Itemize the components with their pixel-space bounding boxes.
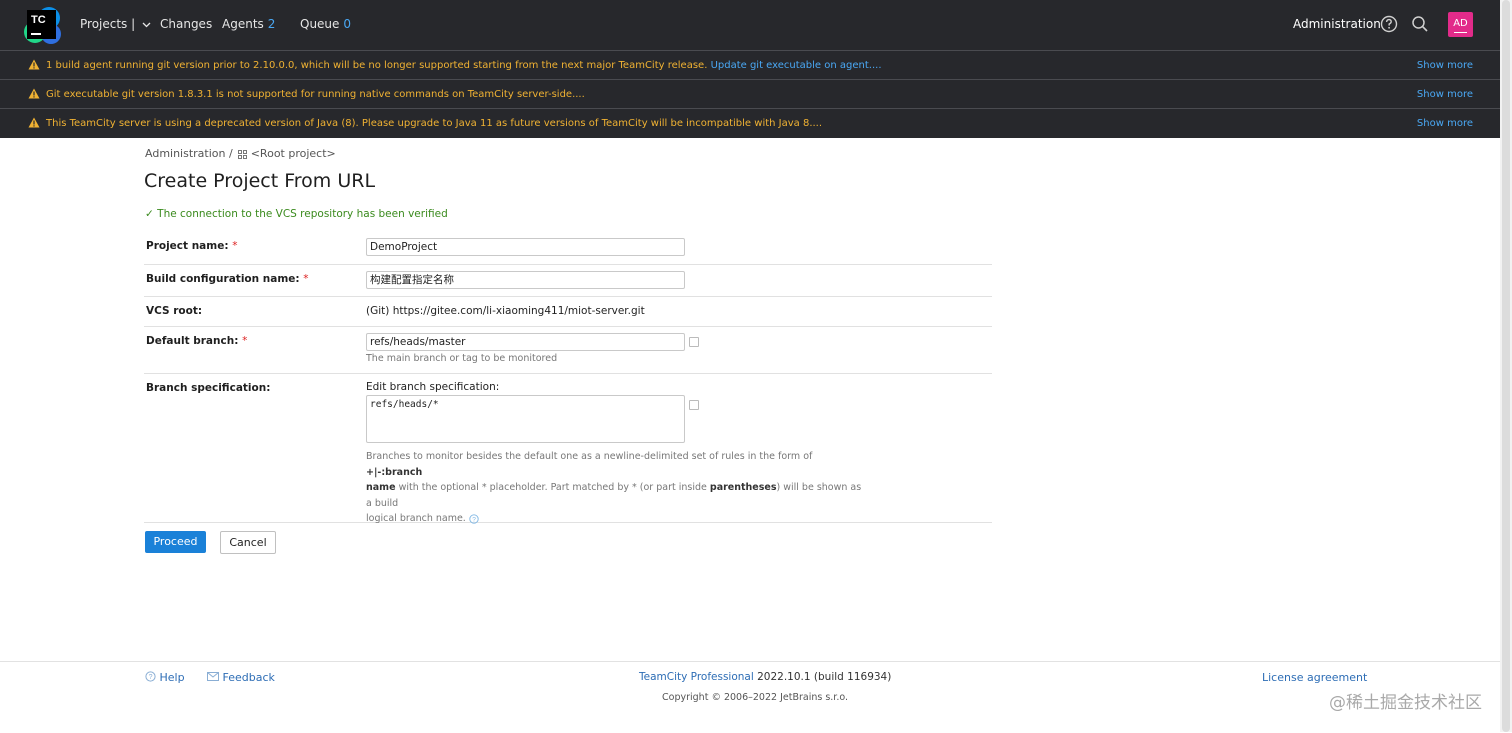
agents-count-badge: 2 bbox=[267, 17, 276, 31]
default-branch-input[interactable]: refs/heads/master bbox=[366, 333, 685, 351]
warning-message: Git executable git version 1.8.3.1 is no… bbox=[46, 89, 585, 100]
page-title: Create Project From URL bbox=[144, 170, 376, 192]
warning-icon bbox=[28, 59, 40, 70]
nav-projects-label: Projects | bbox=[80, 17, 136, 31]
breadcrumb-administration[interactable]: Administration bbox=[145, 147, 226, 160]
branch-spec-field: Edit branch specification: refs/heads/* … bbox=[366, 381, 866, 527]
project-icon bbox=[238, 149, 248, 159]
svg-text:?: ? bbox=[472, 516, 476, 523]
breadcrumb-separator: / bbox=[229, 147, 233, 160]
build-config-name-label: Build configuration name: * bbox=[146, 273, 309, 285]
breadcrumb: Administration / <Root project> bbox=[145, 147, 336, 161]
navbar: TC Projects | Changes Agents 2 Queue 0 Adm… bbox=[0, 0, 1500, 50]
show-more-link[interactable]: Show more bbox=[1417, 88, 1473, 101]
hint-bold-3: parentheses bbox=[709, 482, 777, 493]
verified-text: The connection to the VCS repository has… bbox=[157, 208, 448, 220]
mail-icon bbox=[207, 672, 219, 681]
help-label: Help bbox=[159, 671, 185, 684]
warning-text: 1 build agent running git version prior … bbox=[46, 59, 882, 72]
teamcity-logo[interactable]: TC bbox=[23, 6, 63, 46]
teamcity-product-link[interactable]: TeamCity Professional bbox=[639, 671, 754, 683]
hint-bold-1: +|-:branch bbox=[366, 466, 423, 478]
warning-message: This TeamCity server is using a deprecat… bbox=[46, 118, 823, 129]
parameter-picker-icon[interactable] bbox=[689, 337, 699, 347]
chevron-down-icon[interactable] bbox=[142, 22, 151, 28]
required-mark: * bbox=[303, 273, 309, 285]
hint-text-1: Branches to monitor besides the default … bbox=[366, 451, 813, 462]
show-more-link[interactable]: Show more bbox=[1417, 117, 1473, 130]
project-name-input[interactable]: DemoProject bbox=[366, 238, 685, 256]
breadcrumb-root-project[interactable]: <Root project> bbox=[251, 147, 336, 160]
help-icon[interactable]: ? bbox=[469, 513, 479, 524]
checkmark-icon: ✓ bbox=[145, 208, 154, 220]
warning-message: 1 build agent running git version prior … bbox=[46, 60, 708, 71]
version-text: 2022.10.1 (build 116934) bbox=[757, 671, 892, 683]
default-branch-label: Default branch: * bbox=[146, 335, 247, 347]
warning-row-git-agent: 1 build agent running git version prior … bbox=[0, 50, 1500, 80]
svg-text:?: ? bbox=[149, 674, 153, 681]
edit-branch-spec-label: Edit branch specification: bbox=[366, 381, 500, 393]
branch-spec-label: Branch specification: bbox=[146, 382, 271, 394]
build-config-name-input[interactable]: 构建配置指定名称 bbox=[366, 271, 685, 289]
proceed-button[interactable]: Proceed bbox=[145, 531, 206, 553]
help-icon: ? bbox=[145, 671, 156, 682]
parameter-picker-icon[interactable] bbox=[689, 400, 699, 410]
footer-version: TeamCity Professional 2022.10.1 (build 1… bbox=[639, 671, 891, 683]
hint-text-4: logical branch name. bbox=[366, 513, 466, 524]
branch-spec-hint: Branches to monitor besides the default … bbox=[366, 449, 866, 527]
warning-icon bbox=[28, 117, 40, 128]
branch-spec-textarea[interactable]: refs/heads/* bbox=[366, 395, 685, 443]
copyright-text: Copyright © 2006–2022 JetBrains s.r.o. bbox=[662, 692, 849, 703]
row-branch-spec: Branch specification: Edit branch specif… bbox=[144, 374, 992, 524]
row-build-config-name: Build configuration name: * 构建配置指定名称 bbox=[144, 265, 992, 297]
vcs-root-value: (Git) https://gitee.com/li-xiaoming411/m… bbox=[366, 305, 645, 317]
hint-bold-2: name bbox=[366, 482, 396, 493]
watermark-text: @稀土掘金技术社区 bbox=[1329, 693, 1482, 713]
row-default-branch: Default branch: * refs/heads/master The … bbox=[144, 327, 992, 374]
feedback-label: Feedback bbox=[222, 671, 275, 684]
nav-administration[interactable]: Administration bbox=[1293, 17, 1381, 31]
required-mark: * bbox=[232, 240, 238, 252]
row-project-name: Project name: * DemoProject bbox=[144, 232, 992, 265]
warning-icon bbox=[28, 88, 40, 99]
vcs-root-label: VCS root: bbox=[146, 305, 203, 317]
cancel-button[interactable]: Cancel bbox=[220, 531, 276, 554]
required-mark: * bbox=[242, 335, 248, 347]
update-git-link[interactable]: Update git executable on agent.... bbox=[711, 60, 882, 71]
queue-count-badge: 0 bbox=[343, 17, 352, 31]
nav-projects[interactable]: Projects | bbox=[80, 17, 151, 31]
project-name-field: DemoProject bbox=[366, 238, 685, 256]
footer-feedback-link[interactable]: Feedback bbox=[207, 671, 275, 684]
hint-text-2: with the optional * placeholder. Part ma… bbox=[398, 482, 707, 493]
verified-message: ✓ The connection to the VCS repository h… bbox=[145, 208, 448, 221]
nav-queue-label: Queue bbox=[300, 17, 340, 31]
nav-agents-label: Agents bbox=[222, 17, 264, 31]
logo-text: TC bbox=[31, 14, 46, 26]
scrollbar-thumb[interactable] bbox=[1502, 0, 1510, 732]
warning-row-java: This TeamCity server is using a deprecat… bbox=[0, 108, 1500, 138]
nav-changes[interactable]: Changes bbox=[160, 17, 212, 31]
help-icon[interactable] bbox=[1379, 14, 1399, 34]
create-project-form: Project name: * DemoProject Build config… bbox=[144, 232, 992, 524]
avatar[interactable]: AD bbox=[1448, 12, 1473, 37]
build-config-label-text: Build configuration name: bbox=[146, 273, 300, 285]
project-name-label: Project name: * bbox=[146, 240, 237, 252]
default-branch-field: refs/heads/master The main branch or tag… bbox=[366, 333, 685, 367]
license-agreement-link[interactable]: License agreement bbox=[1262, 671, 1367, 684]
footer-help-link[interactable]: ? Help bbox=[145, 671, 185, 684]
search-icon[interactable] bbox=[1410, 14, 1430, 34]
row-vcs-root: VCS root: (Git) https://gitee.com/li-xia… bbox=[144, 297, 992, 327]
default-branch-hint: The main branch or tag to be monitored bbox=[366, 353, 558, 364]
nav-agents[interactable]: Agents 2 bbox=[222, 17, 275, 31]
project-name-label-text: Project name: bbox=[146, 240, 229, 252]
nav-queue[interactable]: Queue 0 bbox=[300, 17, 351, 31]
top-header: TC Projects | Changes Agents 2 Queue 0 Adm… bbox=[0, 0, 1500, 138]
show-more-link[interactable]: Show more bbox=[1417, 59, 1473, 72]
warning-row-git-server: Git executable git version 1.8.3.1 is no… bbox=[0, 79, 1500, 109]
build-config-name-field: 构建配置指定名称 bbox=[366, 271, 685, 289]
default-branch-label-text: Default branch: bbox=[146, 335, 239, 347]
footer: ? Help Feedback TeamCity Professional 20… bbox=[0, 661, 1500, 733]
